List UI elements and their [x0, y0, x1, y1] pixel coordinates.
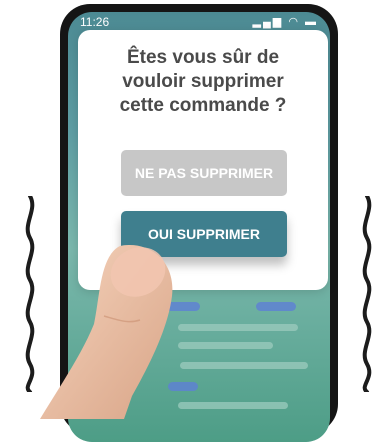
- blurred-badge: [256, 302, 296, 311]
- battery-icon: ▬: [305, 16, 318, 28]
- status-time: 11:26: [80, 15, 110, 29]
- signal-icon: ▂▄▆: [252, 16, 284, 28]
- vibration-icon: [362, 196, 372, 392]
- cancel-button[interactable]: NE PAS SUPPRIMER: [121, 150, 287, 196]
- dialog-title: Êtes vous sûr de vouloir supprimer cette…: [119, 47, 287, 116]
- finger-illustration: [40, 245, 173, 419]
- wifi-icon: ◠: [288, 16, 300, 28]
- illustration: 11:26 ▂▄▆ ◠ ▬ Êtes vous sûr de vouloir s…: [0, 0, 383, 442]
